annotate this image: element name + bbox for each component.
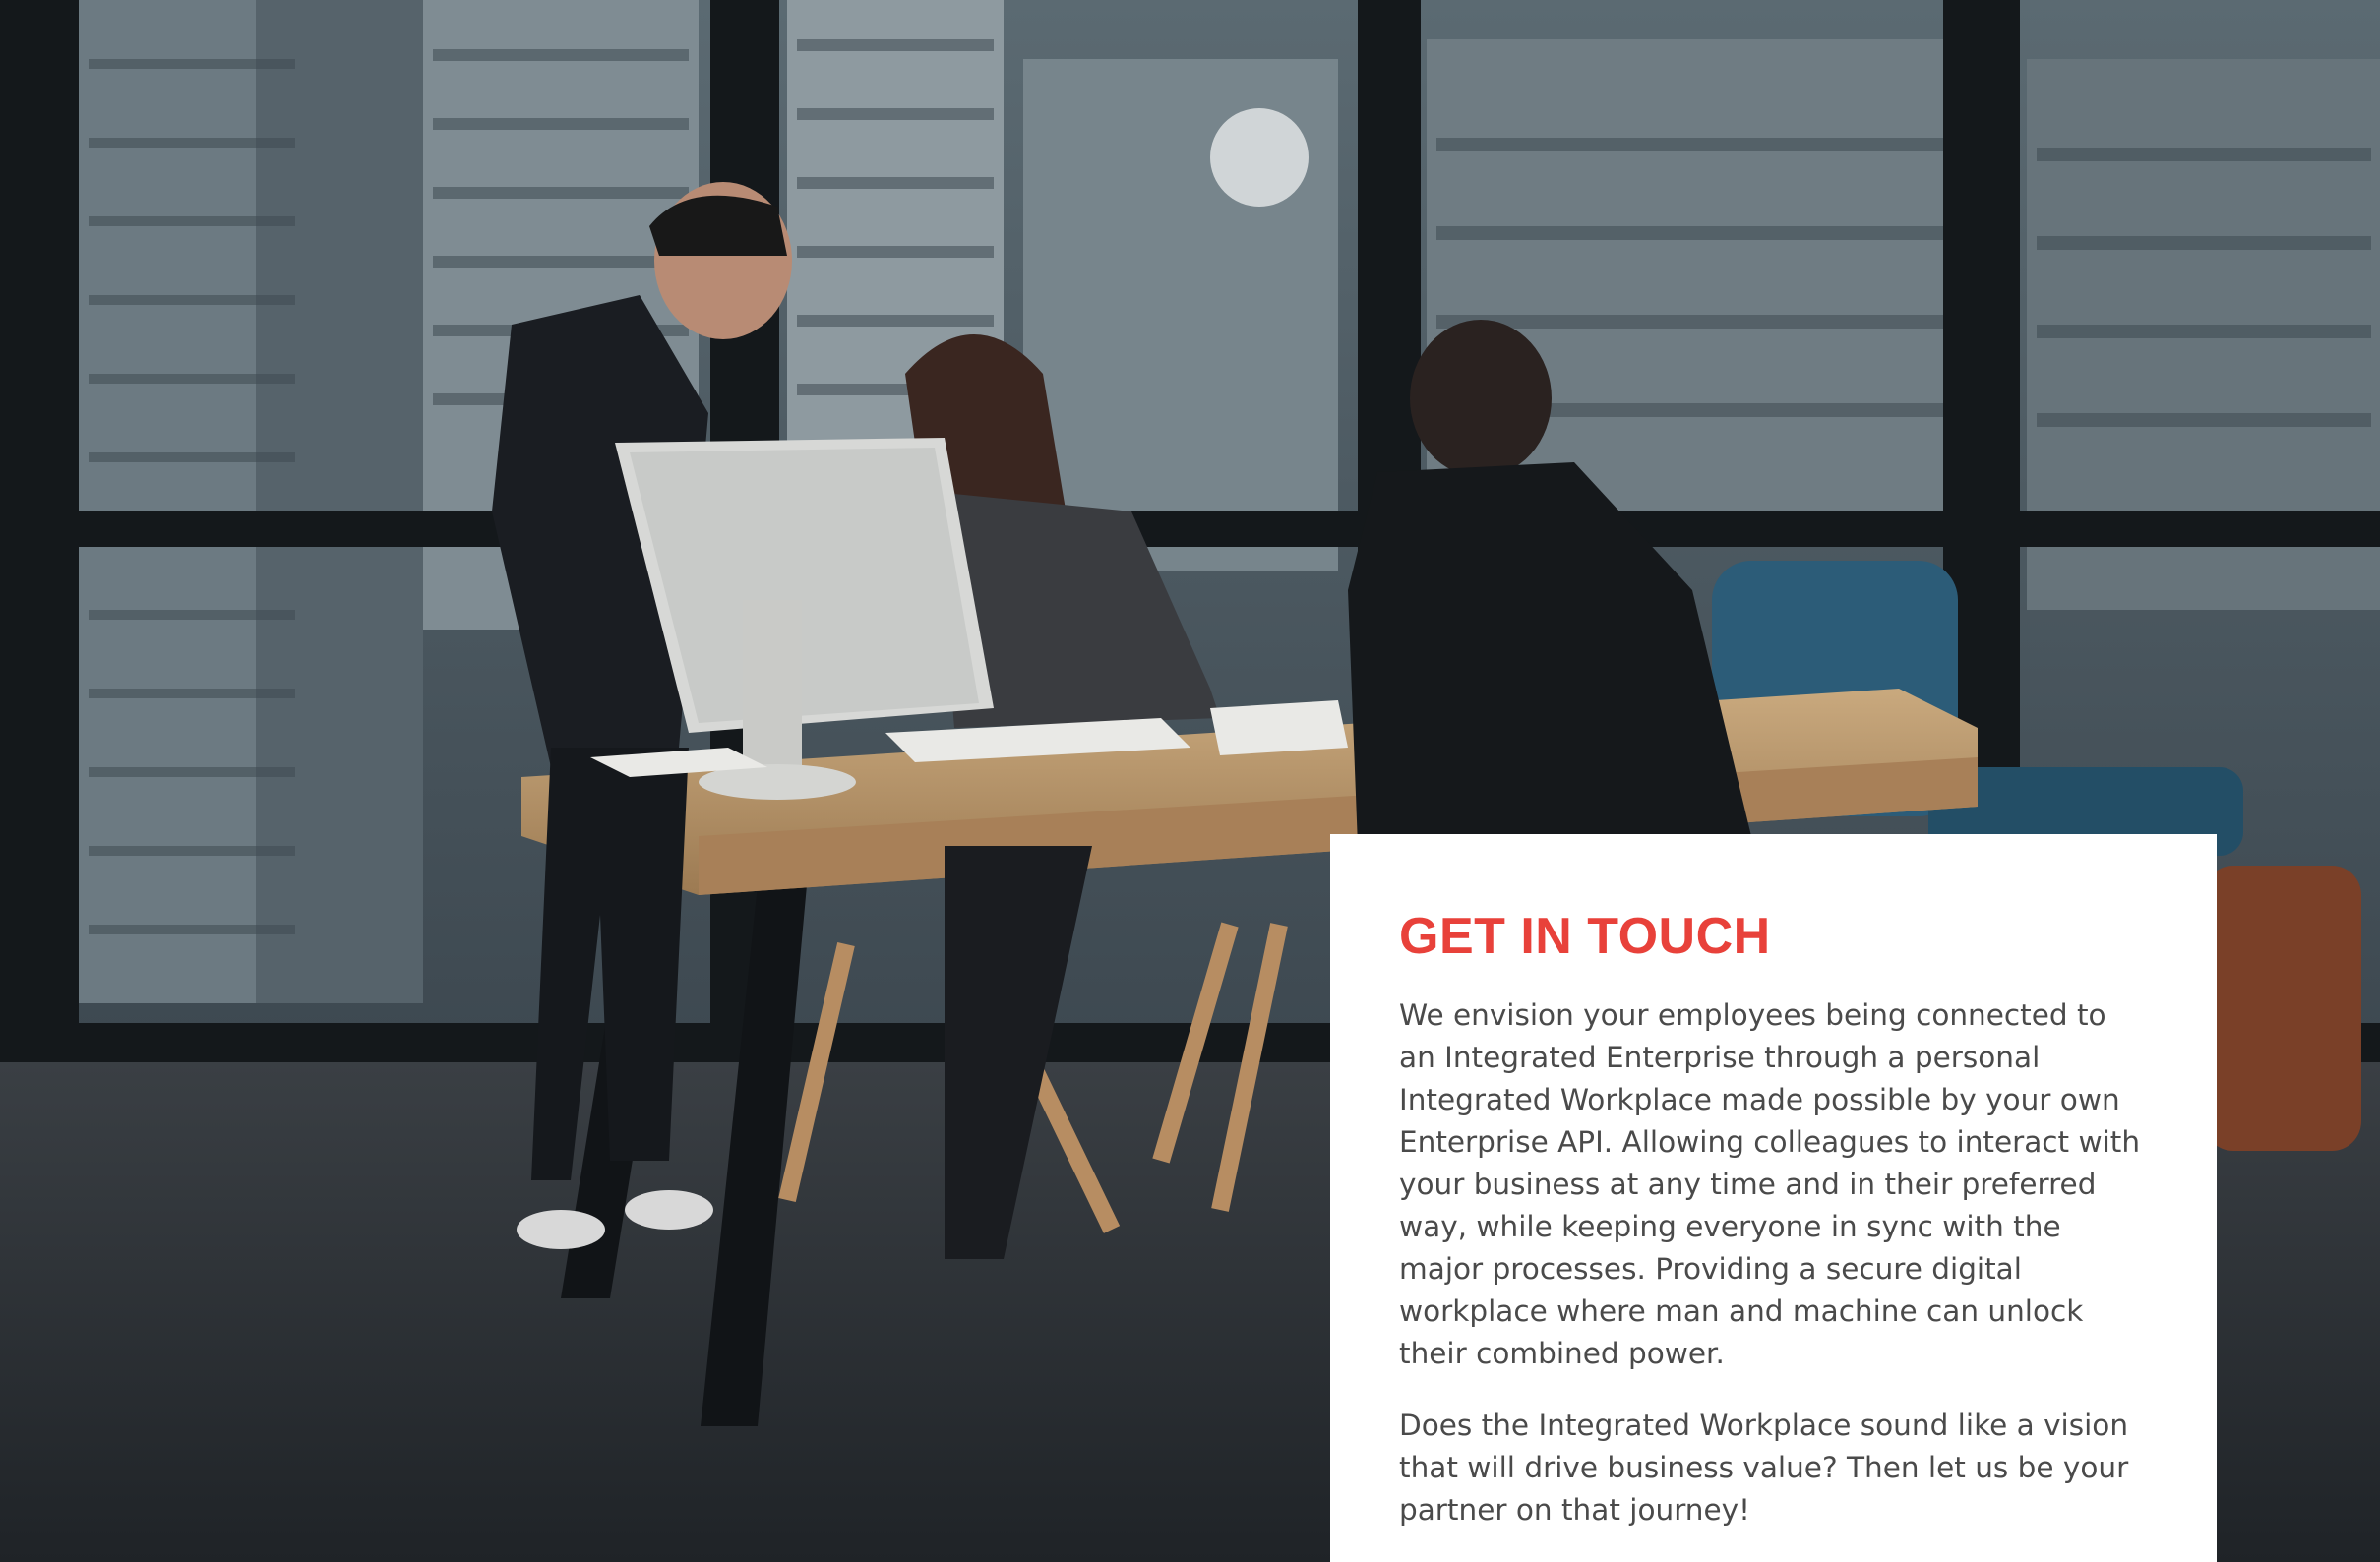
page: GET IN TOUCH We envision your employees … — [0, 0, 2380, 1562]
contact-card: GET IN TOUCH We envision your employees … — [1330, 834, 2217, 1562]
card-title: GET IN TOUCH — [1399, 908, 1771, 965]
card-paragraph: Does the Integrated Workplace sound like… — [1399, 1409, 2129, 1528]
card-paragraph: We envision your employees being connect… — [1399, 998, 2141, 1371]
